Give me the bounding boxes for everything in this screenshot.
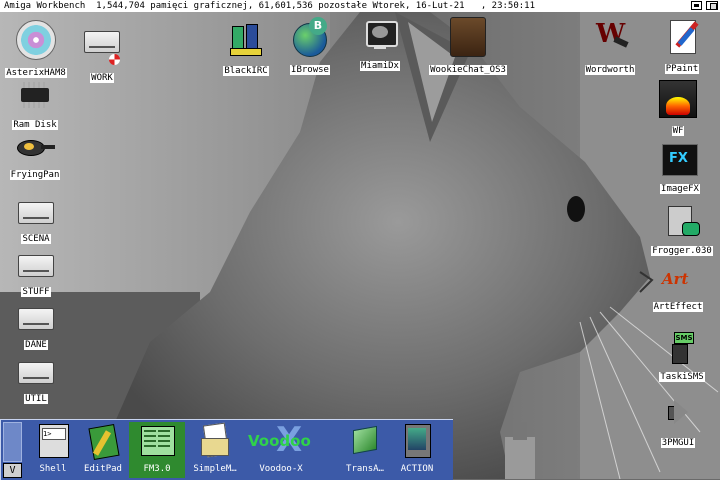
icon-label: PPaint bbox=[664, 64, 700, 74]
icon-label: AsterixHAM8 bbox=[5, 68, 67, 78]
shell-terminal-icon: 1> bbox=[35, 422, 71, 458]
icon-ramdisk[interactable]: Ram Disk bbox=[6, 82, 64, 131]
icon-label: FryingPan bbox=[9, 170, 61, 180]
globe-browser-icon: B bbox=[291, 17, 329, 57]
icon-label: ImageFX bbox=[660, 184, 700, 194]
irc-chat-icon bbox=[228, 20, 264, 58]
icon-wookiechat[interactable]: WookieChat_OS3 bbox=[420, 17, 516, 76]
voodoo-x-logo-icon: X Voodoo bbox=[248, 420, 311, 460]
dock-item-label: Shell bbox=[39, 464, 67, 474]
icon-label: WORK bbox=[90, 73, 114, 83]
harddisk-icon bbox=[17, 255, 55, 279]
icon-dane[interactable]: DANE bbox=[10, 306, 62, 351]
imagefx-icon: FX bbox=[662, 144, 698, 176]
network-monitor-icon bbox=[362, 17, 398, 53]
dock-item-label: TransA… bbox=[346, 464, 384, 474]
icon-label: Wordworth bbox=[584, 65, 636, 75]
icon-label: SCENA bbox=[21, 234, 51, 244]
dock-item-editpad[interactable]: EditPad bbox=[75, 422, 131, 478]
dock-item-label: ACTION bbox=[400, 464, 434, 474]
icon-wf[interactable]: WF bbox=[652, 80, 704, 137]
icon-3pmgui[interactable]: 3PMGUI bbox=[648, 396, 708, 449]
dock-drag-handle[interactable] bbox=[3, 422, 22, 462]
icon-label: WookieChat_OS3 bbox=[429, 65, 507, 75]
icon-label: ArtEffect bbox=[652, 302, 704, 312]
wookie-face-icon bbox=[450, 17, 486, 57]
dock-toggle-button[interactable]: V bbox=[3, 463, 22, 478]
icon-util[interactable]: UTIL bbox=[10, 360, 62, 405]
icon-ppaint[interactable]: PPaint bbox=[654, 18, 710, 75]
icon-work[interactable]: WORK bbox=[80, 25, 124, 84]
icon-label: BlackIRC bbox=[223, 66, 269, 76]
notepad-pencil-icon bbox=[85, 422, 121, 461]
speaker-icon bbox=[660, 396, 696, 430]
dock-item-label: FM3.0 bbox=[143, 464, 171, 474]
icon-taskisms[interactable]: SMS TaskiSMS bbox=[650, 330, 714, 383]
icon-label: UTIL bbox=[24, 394, 48, 404]
icon-asterixham8[interactable]: AsterixHAM8 bbox=[4, 20, 68, 79]
cd-disc-icon bbox=[16, 20, 56, 60]
film-clapper-icon bbox=[399, 422, 435, 458]
mail-letter-icon bbox=[197, 422, 233, 458]
arteffect-logo-icon: Art bbox=[662, 270, 689, 288]
icon-fryingpan[interactable]: FryingPan bbox=[6, 132, 64, 181]
icon-label: 3PMGUI bbox=[660, 438, 696, 448]
frogger-game-icon bbox=[664, 204, 700, 238]
icon-label: STUFF bbox=[21, 287, 51, 297]
fire-icon bbox=[659, 80, 697, 118]
dock-item-label: SimpleM… bbox=[193, 464, 237, 474]
app-dock-panel: V 1> Shell EditPad FM3.0 SimpleM… X Vood… bbox=[0, 419, 453, 480]
icon-ibrowse[interactable]: B IBrowse bbox=[282, 17, 338, 76]
icon-label: TaskiSMS bbox=[659, 372, 705, 382]
dock-item-transamiga[interactable]: TransA… bbox=[337, 422, 393, 478]
dock-item-voodoox[interactable]: X Voodoo Voodoo-X bbox=[245, 422, 317, 478]
ram-chip-icon bbox=[15, 82, 55, 112]
icon-stuff[interactable]: STUFF bbox=[10, 253, 62, 298]
file-manager-icon bbox=[139, 422, 175, 458]
screen-front-back-gadget-icon[interactable] bbox=[706, 1, 718, 10]
dock-item-action[interactable]: ACTION bbox=[389, 422, 445, 478]
icon-arteffect[interactable]: Art ArtEffect bbox=[646, 268, 710, 313]
dock-item-simplemail[interactable]: SimpleM… bbox=[187, 422, 243, 478]
icon-label: IBrowse bbox=[290, 65, 330, 75]
icon-label: Ram Disk bbox=[12, 120, 58, 130]
icon-blackirc[interactable]: BlackIRC bbox=[214, 20, 278, 77]
frying-pan-icon bbox=[15, 132, 55, 162]
voodoo-logo-text: Voodoo bbox=[248, 432, 311, 450]
harddisk-icon bbox=[17, 308, 55, 332]
icon-label: Frogger.030 bbox=[651, 246, 713, 256]
icon-label: WF bbox=[671, 126, 685, 136]
icon-label: MiamiDx bbox=[360, 61, 400, 71]
icon-frogger[interactable]: Frogger.030 bbox=[648, 204, 716, 257]
icon-miamidx[interactable]: MiamiDx bbox=[356, 17, 404, 72]
screen-depth-gadget-icon[interactable] bbox=[691, 1, 702, 10]
sms-phone-icon: SMS bbox=[664, 330, 700, 364]
icon-scena[interactable]: SCENA bbox=[10, 200, 62, 245]
icon-wordworth[interactable]: W Wordworth bbox=[578, 17, 642, 76]
harddisk-icon bbox=[17, 202, 55, 226]
w-pen-icon: W bbox=[592, 17, 629, 57]
icon-label: DANE bbox=[24, 340, 48, 350]
paintbrush-icon bbox=[664, 18, 700, 56]
screen-title-text: Amiga Workbench 1,544,704 pamięci grafic… bbox=[4, 1, 536, 11]
icon-imagefx[interactable]: FX ImageFX bbox=[650, 144, 710, 195]
dock-item-label: Voodoo-X bbox=[259, 464, 303, 474]
harddisk-icon bbox=[17, 362, 55, 386]
green-cube-icon bbox=[347, 422, 383, 458]
harddisk-icon bbox=[83, 31, 121, 65]
dock-item-fm3[interactable]: FM3.0 bbox=[129, 422, 185, 478]
dock-item-label: EditPad bbox=[84, 464, 122, 474]
dock-item-shell[interactable]: 1> Shell bbox=[25, 422, 81, 478]
